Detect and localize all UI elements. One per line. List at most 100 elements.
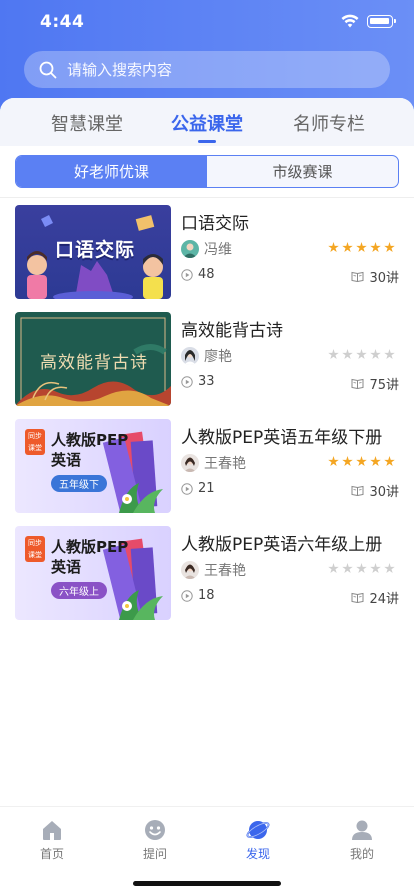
tabbar-item-home[interactable]: 首页	[22, 819, 82, 862]
star-icon	[384, 242, 395, 253]
play-count-value: 18	[198, 588, 215, 603]
star-icon	[328, 242, 339, 253]
teacher-name: 廖艳	[204, 349, 232, 365]
star-icon	[356, 242, 367, 253]
tabbar-item-discover[interactable]: 发现	[228, 819, 288, 862]
thumb-grade-tag: 六年级上	[51, 582, 107, 599]
play-icon	[181, 268, 193, 281]
teacher-info: 王春艳	[181, 453, 246, 473]
lesson-count: 75讲	[351, 374, 399, 393]
play-icon	[181, 375, 193, 388]
star-icon	[328, 349, 339, 360]
rating-stars	[328, 349, 395, 360]
play-count: 33	[181, 374, 215, 389]
tabbar-label: 我的	[349, 847, 374, 861]
teacher-info: 冯维	[181, 239, 232, 259]
ask-icon	[145, 820, 165, 840]
play-icon	[181, 482, 193, 495]
segment-city-contest[interactable]: 市级赛课	[207, 156, 398, 187]
course-card[interactable]: 同步课堂 人教版PEP 英语 六年级上 人教版PEP英语六年级上册 王春艳 18…	[15, 526, 399, 620]
tabbar-item-ask[interactable]: 提问	[125, 819, 185, 862]
star-icon	[342, 563, 353, 574]
tab-smart-class[interactable]: 智慧课堂	[51, 110, 123, 136]
star-icon	[356, 563, 367, 574]
course-card[interactable]: 口语交际 口语交际 冯维 48 30讲	[15, 205, 399, 299]
teacher-name: 王春艳	[204, 456, 246, 472]
course-card[interactable]: 高效能背古诗 高效能背古诗 廖艳 33 75讲	[15, 312, 399, 406]
course-card[interactable]: 同步课堂 人教版PEP 英语 五年级下 人教版PEP英语五年级下册 王春艳 21…	[15, 419, 399, 513]
course-thumbnail: 高效能背古诗	[15, 312, 171, 406]
lesson-count: 30讲	[351, 267, 399, 286]
thumb-line1: 人教版PEP	[51, 538, 129, 556]
segment-control: 好老师优课 市级赛课	[15, 155, 399, 188]
thumb-grade-tag: 五年级下	[51, 475, 107, 492]
segment-good-teacher[interactable]: 好老师优课	[16, 156, 207, 187]
search-icon	[39, 61, 57, 78]
tabbar-label: 发现	[245, 847, 270, 861]
play-count: 18	[181, 588, 215, 603]
book-icon	[351, 271, 364, 282]
rating-stars	[328, 242, 395, 253]
tab-famous-teacher[interactable]: 名师专栏	[293, 110, 365, 136]
star-icon	[370, 563, 381, 574]
rating-stars	[328, 563, 395, 574]
thumb-line2: 英语	[51, 451, 82, 469]
tab-indicator	[198, 140, 216, 143]
teacher-info: 廖艳	[181, 346, 232, 366]
tabbar-label: 首页	[39, 847, 64, 861]
home-indicator	[133, 881, 281, 886]
divider	[0, 197, 414, 198]
star-icon	[384, 563, 395, 574]
lesson-count: 24讲	[351, 588, 399, 607]
star-icon	[328, 563, 339, 574]
play-count-value: 48	[198, 267, 215, 282]
teacher-info: 王春艳	[181, 560, 246, 580]
book-icon	[351, 592, 364, 603]
course-thumbnail: 同步课堂 人教版PEP 英语 六年级上	[15, 526, 171, 620]
thumb-title: 口语交际	[55, 239, 136, 261]
play-icon	[181, 589, 193, 602]
course-thumbnail: 口语交际	[15, 205, 171, 299]
category-tabs: 智慧课堂 公益课堂 名师专栏	[0, 98, 414, 146]
thumb-line2: 英语	[51, 558, 82, 576]
profile-icon	[352, 820, 372, 840]
play-count-value: 33	[198, 374, 215, 389]
course-title: 口语交际	[181, 214, 249, 234]
teacher-name: 冯维	[204, 242, 232, 258]
lesson-count-value: 30讲	[369, 485, 399, 500]
home-icon	[43, 821, 61, 840]
play-count-value: 21	[198, 481, 215, 496]
avatar	[181, 454, 199, 472]
search-placeholder: 请输入搜索内容	[67, 61, 173, 79]
lesson-count-value: 24讲	[369, 592, 399, 607]
status-time: 4:44	[40, 12, 85, 32]
tabbar-label: 提问	[142, 847, 167, 861]
star-icon	[328, 456, 339, 467]
rating-stars	[328, 456, 395, 467]
tab-public-class[interactable]: 公益课堂	[171, 110, 243, 136]
play-count: 48	[181, 267, 215, 282]
star-icon	[370, 456, 381, 467]
star-icon	[342, 242, 353, 253]
avatar	[181, 240, 199, 258]
lesson-count: 30讲	[351, 481, 399, 500]
star-icon	[384, 349, 395, 360]
avatar	[181, 347, 199, 365]
teacher-name: 王春艳	[204, 563, 246, 579]
tabbar-item-profile[interactable]: 我的	[332, 819, 392, 862]
wifi-icon	[341, 14, 359, 28]
battery-icon	[367, 15, 396, 28]
thumb-badge: 同步课堂	[25, 536, 45, 562]
lesson-count-value: 30讲	[369, 271, 399, 286]
star-icon	[342, 349, 353, 360]
search-bar[interactable]: 请输入搜索内容	[24, 51, 390, 88]
avatar	[181, 561, 199, 579]
discover-icon	[246, 821, 270, 839]
star-icon	[356, 349, 367, 360]
course-title: 高效能背古诗	[181, 321, 283, 341]
course-title: 人教版PEP英语五年级下册	[181, 428, 383, 448]
thumb-badge: 同步课堂	[25, 429, 45, 455]
book-icon	[351, 378, 364, 389]
star-icon	[384, 456, 395, 467]
status-bar: 4:44	[0, 0, 414, 44]
